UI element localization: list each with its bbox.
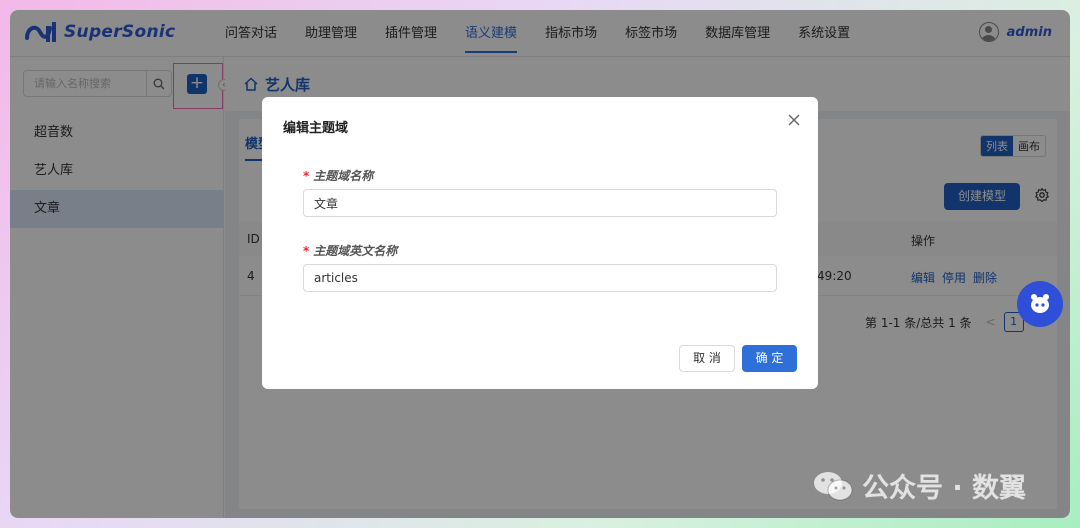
field-label-text: 主题域名称 [313,169,374,183]
chat-assistant-button[interactable] [1017,281,1063,327]
field-label-domain-english-name: * 主题域英文名称 [303,242,397,259]
confirm-button[interactable]: 确 定 [742,345,797,372]
required-mark: * [303,244,310,258]
modal-title: 编辑主题域 [283,121,349,136]
domain-english-name-input[interactable] [303,264,777,292]
cancel-button[interactable]: 取 消 [679,345,735,372]
watermark-text: 公众号 · 数翼 [862,473,1027,504]
field-label-domain-name: * 主题域名称 [303,167,373,184]
wechat-icon [814,471,853,500]
required-mark: * [303,169,310,183]
app-window: SuperSonic 问答对话 助理管理 插件管理 语义建模 指标市场 标签市场… [10,10,1070,518]
field-label-text: 主题域英文名称 [313,244,398,258]
watermark: 公众号 · 数翼 [812,466,1026,505]
bot-icon [1031,294,1049,313]
close-icon[interactable] [787,113,801,127]
domain-name-input[interactable] [303,189,777,217]
edit-domain-modal: 编辑主题域 *主题域名称 *主题域英文名称 取 消 确 定 [262,97,818,389]
